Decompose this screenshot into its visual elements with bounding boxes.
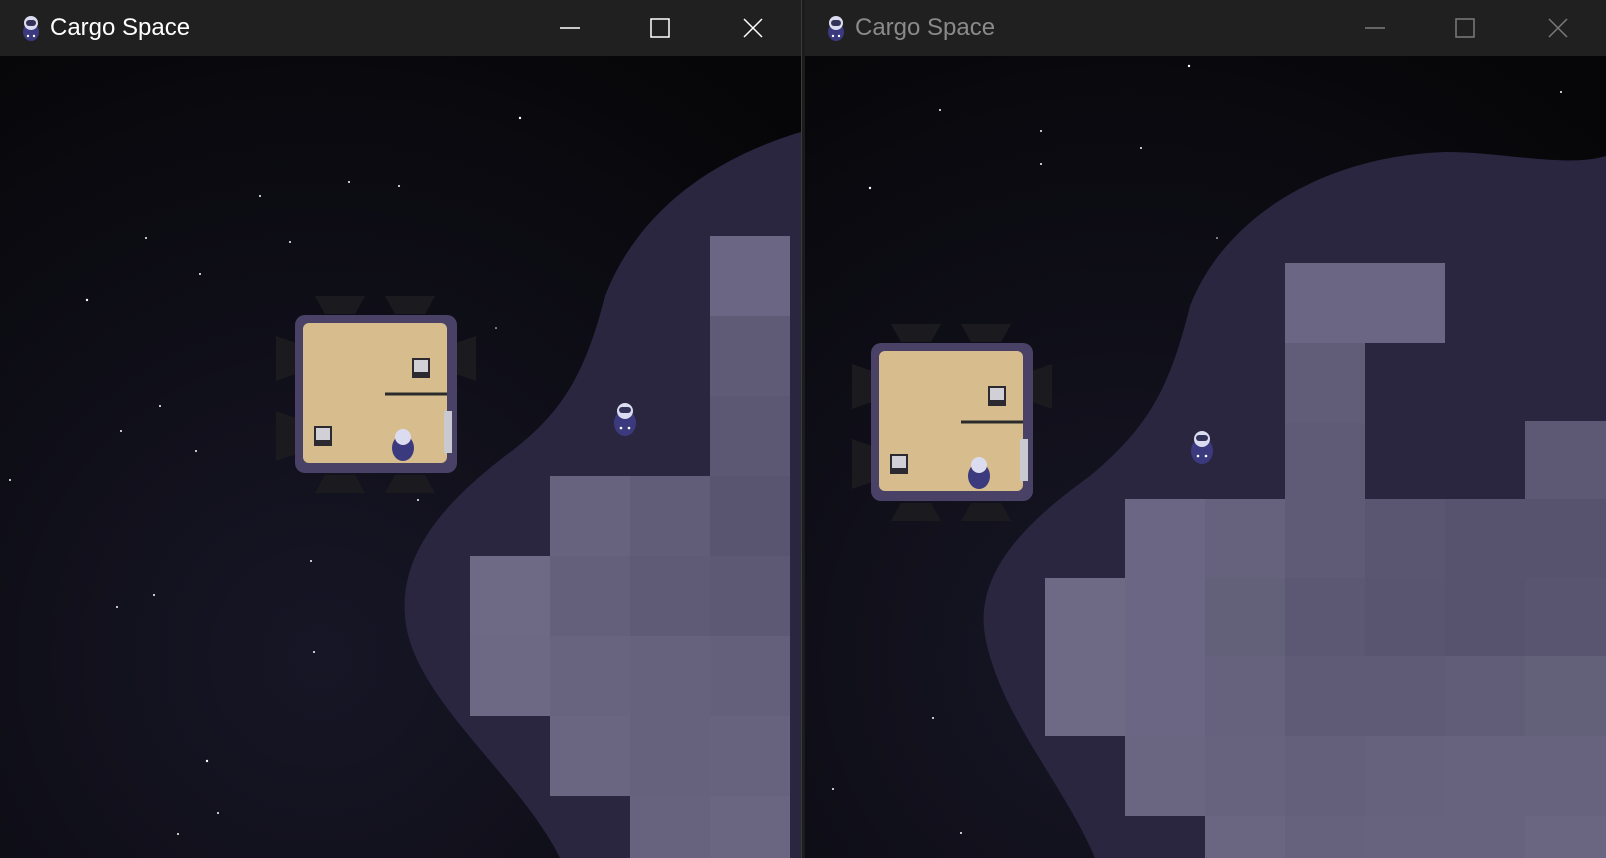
game-window-1[interactable]: Cargo Space [0,0,802,858]
window-title: Cargo Space [855,14,996,41]
close-icon [743,18,763,38]
window-title: Cargo Space [50,14,191,41]
title-bar[interactable]: Cargo Space [805,0,1606,56]
maximize-button[interactable] [640,8,680,48]
cargo-ship [276,296,476,493]
title-bar[interactable]: Cargo Space [0,0,801,56]
game-canvas[interactable] [0,56,801,858]
close-button[interactable] [733,8,773,48]
astronaut-app-icon [828,16,844,41]
cargo-ship [852,324,1052,521]
minimize-button[interactable] [550,8,590,48]
maximize-icon [1455,18,1475,38]
minimize-button[interactable] [1355,8,1395,48]
maximize-button[interactable] [1445,8,1485,48]
minimize-icon [560,27,580,29]
game-window-2[interactable]: Cargo Space [805,0,1606,858]
astronaut-app-icon [23,16,39,41]
game-canvas[interactable] [805,56,1606,858]
close-icon [1548,18,1568,38]
minimize-icon [1365,27,1385,29]
space-scene [0,56,801,858]
close-button[interactable] [1538,8,1578,48]
maximize-icon [650,18,670,38]
space-scene [805,56,1606,858]
